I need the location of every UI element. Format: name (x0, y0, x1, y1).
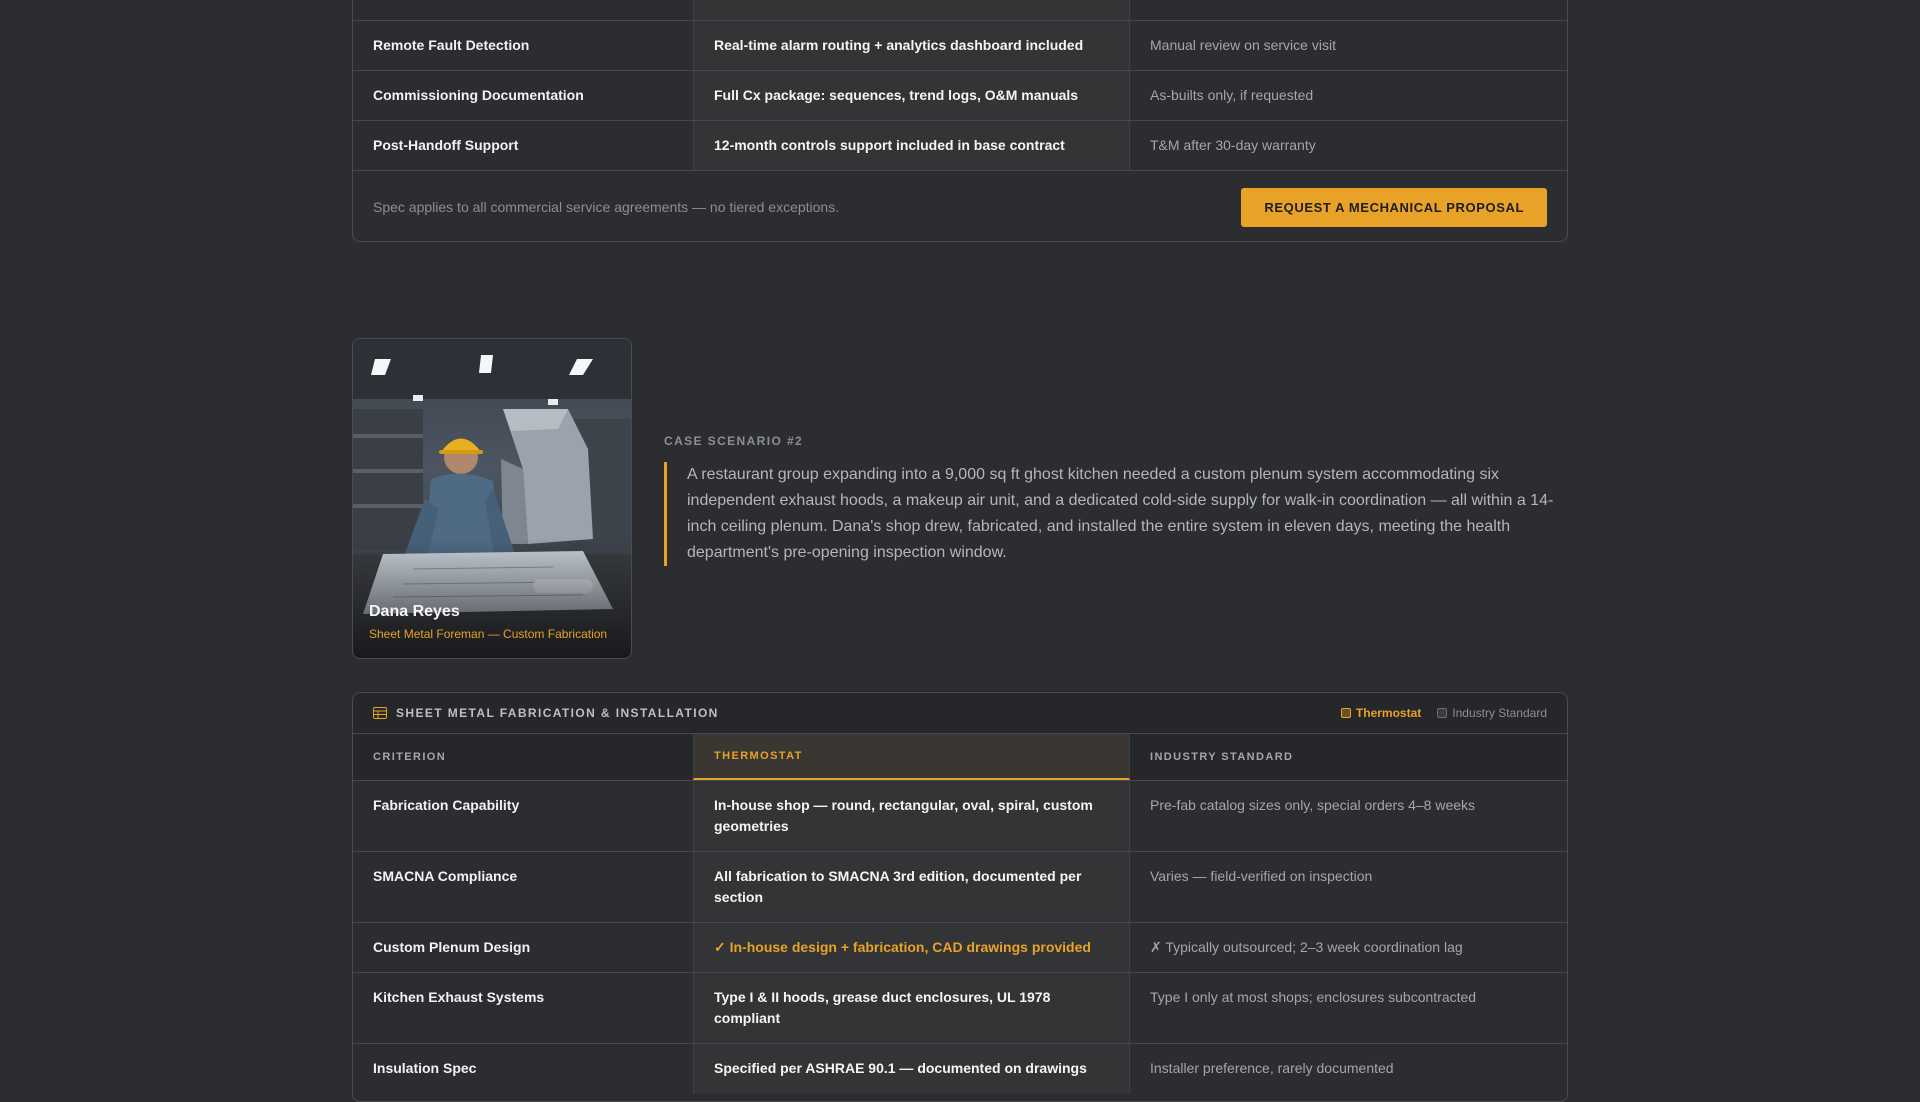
criterion-cell: Insulation Spec (373, 1060, 477, 1076)
table-row: Custom Plenum Design ✓ In-house design +… (353, 923, 1567, 973)
standard-cell: Varies — field-verified on inspection (1150, 868, 1373, 884)
criterion-cell: Kitchen Exhaust Systems (373, 989, 545, 1005)
standard-cell: Installer preference, rarely documented (1150, 1060, 1394, 1076)
person-role: Sheet Metal Foreman — Custom Fabrication (369, 627, 608, 641)
column-header-standard: INDUSTRY STANDARD (1150, 750, 1294, 763)
table-icon (373, 707, 387, 719)
person-name: Dana Reyes (369, 603, 460, 620)
column-header-row: CRITERION THERMOSTAT INDUSTRY STANDARD (353, 734, 1567, 781)
criterion-cell: Commissioning Documentation (373, 87, 584, 103)
thermostat-cell: 12-month controls support included in ba… (693, 121, 1130, 170)
table-row: Commissioning Documentation Full Cx pack… (353, 71, 1567, 121)
case-scenario-section: Dana Reyes Sheet Metal Foreman — Custom … (352, 338, 1568, 659)
scenario-text: CASE SCENARIO #2 A restaurant group expa… (664, 434, 1568, 566)
thermostat-cell (693, 0, 1130, 20)
fabrication-comparison-table: SHEET METAL FABRICATION & INSTALLATION T… (352, 692, 1568, 1102)
standard-cell: Pre-fab catalog sizes only, special orde… (1150, 797, 1476, 813)
spec-comparison-table: Remote Fault Detection Real-time alarm r… (352, 0, 1568, 242)
table-row: Kitchen Exhaust Systems Type I & II hood… (353, 973, 1567, 1044)
standard-cell: ✗ Typically outsourced; 2–3 week coordin… (1150, 939, 1463, 955)
hard-hat-icon (441, 438, 481, 452)
legend-swatch (1340, 708, 1351, 718)
legend-standard: Industry Standard (1437, 706, 1547, 720)
table-row (353, 0, 1567, 21)
case-eyebrow: CASE SCENARIO #2 (664, 434, 804, 448)
thermostat-cell: All fabrication to SMACNA 3rd edition, d… (693, 852, 1130, 922)
criterion-cell: Remote Fault Detection (373, 37, 530, 53)
criterion-cell: Post-Handoff Support (373, 137, 519, 153)
footer-note: Spec applies to all commercial service a… (373, 199, 840, 215)
table-title: SHEET METAL FABRICATION & INSTALLATION (373, 706, 719, 720)
criterion-cell: Custom Plenum Design (373, 939, 531, 955)
table-row: SMACNA Compliance All fabrication to SMA… (353, 852, 1567, 923)
thermostat-cell: Real-time alarm routing + analytics dash… (693, 21, 1130, 70)
legend-swatch (1437, 708, 1448, 718)
table-title-label: SHEET METAL FABRICATION & INSTALLATION (396, 706, 719, 720)
legend-thermostat: Thermostat (1340, 706, 1422, 720)
criterion-cell: SMACNA Compliance (373, 868, 518, 884)
criterion-cell (353, 0, 693, 20)
table-footer: Spec applies to all commercial service a… (353, 171, 1567, 241)
table-row: Remote Fault Detection Real-time alarm r… (353, 21, 1567, 71)
foreman-photo: Dana Reyes Sheet Metal Foreman — Custom … (352, 338, 632, 659)
thermostat-cell: In-house shop — round, rectangular, oval… (693, 781, 1130, 851)
criterion-cell: Fabrication Capability (373, 797, 520, 813)
thermostat-cell: ✓ In-house design + fabrication, CAD dra… (693, 923, 1130, 972)
table-legend: Thermostat Industry Standard (1340, 706, 1547, 720)
thermostat-cell: Type I & II hoods, grease duct enclosure… (693, 973, 1130, 1043)
thermostat-cell: Specified per ASHRAE 90.1 — documented o… (693, 1044, 1130, 1094)
thermostat-cell: Full Cx package: sequences, trend logs, … (693, 71, 1130, 120)
standard-cell: Manual review on service visit (1150, 37, 1336, 53)
case-body: A restaurant group expanding into a 9,00… (664, 462, 1568, 566)
standard-cell: T&M after 30-day warranty (1150, 137, 1316, 153)
column-header-criterion: CRITERION (373, 750, 447, 763)
column-header-thermostat: THERMOSTAT (693, 734, 1130, 780)
standard-cell (1130, 0, 1567, 20)
table-row: Insulation Spec Specified per ASHRAE 90.… (353, 1044, 1567, 1094)
table-row: Post-Handoff Support 12-month controls s… (353, 121, 1567, 171)
standard-cell: As-builts only, if requested (1150, 87, 1314, 103)
table-row: Fabrication Capability In-house shop — r… (353, 781, 1567, 852)
legend-label: Thermostat (1355, 706, 1422, 720)
request-proposal-button[interactable]: REQUEST A MECHANICAL PROPOSAL (1241, 187, 1547, 227)
table-header-bar: SHEET METAL FABRICATION & INSTALLATION T… (353, 693, 1567, 734)
standard-cell: Type I only at most shops; enclosures su… (1150, 989, 1477, 1005)
ceiling-light-icon (479, 355, 493, 373)
legend-label: Industry Standard (1452, 706, 1547, 720)
